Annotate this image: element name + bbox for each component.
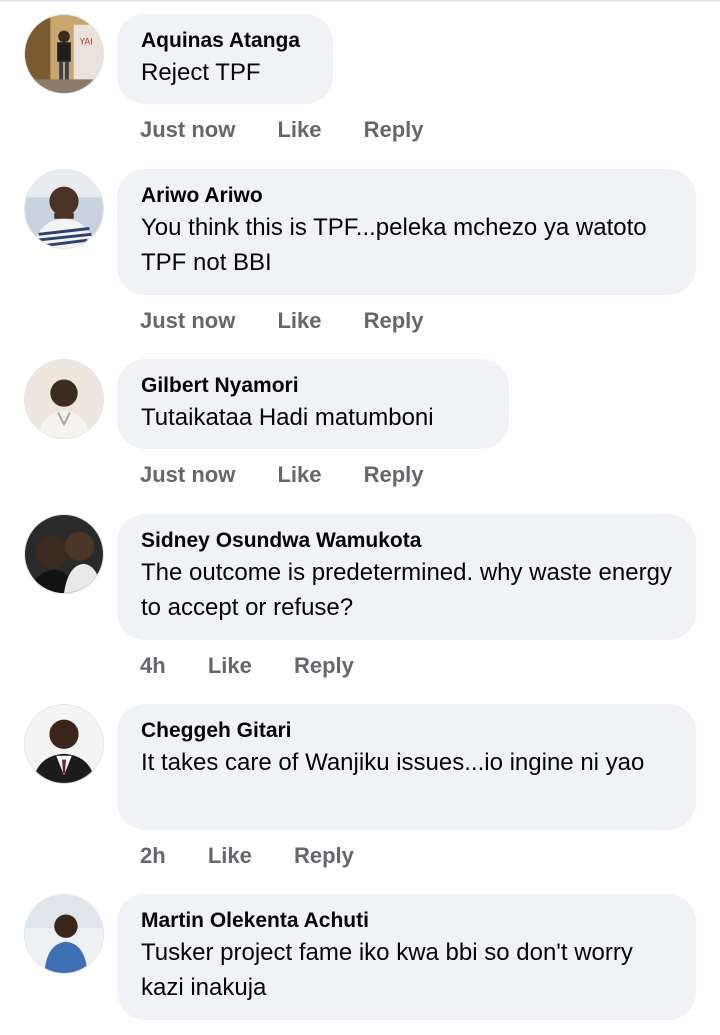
comment-timestamp[interactable]: 4h [140, 653, 166, 678]
man-suit-avatar-icon[interactable] [24, 704, 104, 784]
comment-bubble: Cheggeh Gitari It takes care of Wanjiku … [117, 704, 696, 830]
comment-text: It takes care of Wanjiku issues...io ing… [141, 749, 645, 776]
reply-button[interactable]: Reply [364, 462, 424, 487]
reply-button[interactable]: Reply [364, 308, 424, 333]
like-button[interactable]: Like [277, 462, 321, 487]
like-button[interactable]: Like [277, 308, 321, 333]
reply-button[interactable]: Reply [364, 117, 424, 142]
svg-text:YAI: YAI [79, 37, 93, 47]
comment-actions: Just now Like Reply [140, 308, 460, 334]
top-divider [0, 0, 720, 1]
man-portrait-avatar-icon[interactable] [24, 359, 104, 439]
comment-text: Tusker project fame iko kwa bbi so don't… [141, 939, 633, 1001]
comment-text: You think this is TPF...peleka mchezo ya… [141, 214, 647, 276]
comment-actions: Just now Like Reply [140, 117, 460, 143]
comment-author[interactable]: Aquinas Atanga [141, 27, 309, 55]
comment-timestamp[interactable]: Just now [140, 308, 235, 333]
comment-author[interactable]: Sidney Osundwa Wamukota [141, 527, 672, 555]
like-button[interactable]: Like [277, 117, 321, 142]
comment-actions: 2h Like Reply [140, 843, 390, 869]
comment-actions: 4h Like Reply [140, 653, 390, 679]
comment-bubble: Ariwo Ariwo You think this is TPF...pele… [117, 169, 696, 295]
comment-bubble: Martin Olekenta Achuti Tusker project fa… [117, 894, 696, 1020]
like-button[interactable]: Like [208, 653, 252, 678]
comment-author[interactable]: Ariwo Ariwo [141, 182, 672, 210]
reply-button[interactable]: Reply [294, 843, 354, 868]
comment-text: The outcome is predetermined. why waste … [141, 559, 672, 621]
comment-author[interactable]: Cheggeh Gitari [141, 717, 672, 745]
smiling-man-avatar-icon[interactable] [24, 169, 104, 249]
like-button[interactable]: Like [208, 843, 252, 868]
comment-text: Reject TPF [141, 59, 261, 86]
comment-bubble: Sidney Osundwa Wamukota The outcome is p… [117, 514, 696, 640]
man-blue-shirt-avatar-icon[interactable] [24, 894, 104, 974]
person-standing-avatar-icon[interactable]: YAI [24, 14, 104, 94]
comment-bubble: Gilbert Nyamori Tutaikataa Hadi matumbon… [117, 359, 509, 449]
comment-timestamp[interactable]: Just now [140, 462, 235, 487]
comment-timestamp[interactable]: 2h [140, 843, 166, 868]
reply-button[interactable]: Reply [294, 653, 354, 678]
comment-timestamp[interactable]: Just now [140, 117, 235, 142]
comment-author[interactable]: Gilbert Nyamori [141, 372, 485, 400]
comment-text: Tutaikataa Hadi matumboni [141, 404, 434, 431]
couple-avatar-icon[interactable] [24, 514, 104, 594]
comment-actions: Just now Like Reply [140, 462, 460, 488]
comment-bubble: Aquinas Atanga Reject TPF [117, 14, 333, 104]
comment-author[interactable]: Martin Olekenta Achuti [141, 907, 672, 935]
